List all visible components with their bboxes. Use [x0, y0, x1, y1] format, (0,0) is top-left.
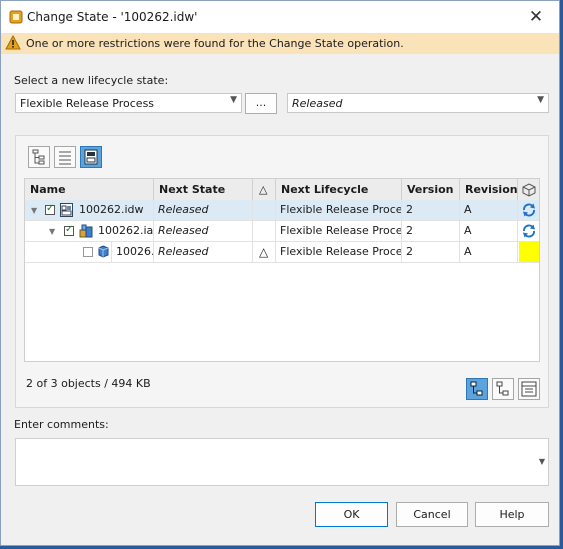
cell-next-state: Released [154, 200, 253, 220]
cell-name: 10026... [111, 242, 154, 262]
change-state-dialog: Change State - '100262.idw' ✕ One or mor… [0, 0, 560, 546]
row-checkbox[interactable] [83, 247, 93, 257]
list-view-icon [59, 151, 71, 165]
cancel-button[interactable]: Cancel [396, 502, 468, 527]
dependents-icon [470, 381, 483, 396]
objects-grid: Name Next State △ Next Lifecycle Definit… [24, 178, 540, 362]
cell-version: 2 [402, 221, 460, 241]
lifecycle-process-value: Flexible Release Process [20, 97, 155, 110]
column-header-name[interactable]: Name [25, 179, 154, 200]
cube-icon [522, 183, 536, 197]
part-file-icon [98, 245, 109, 258]
drawing-file-icon [60, 203, 73, 217]
column-header-next-lifecycle[interactable]: Next Lifecycle Definition [276, 179, 402, 217]
chevron-down-icon: ▼ [537, 95, 544, 105]
lifecycle-state-value: Released [292, 97, 343, 110]
close-button[interactable]: ✕ [513, 1, 559, 33]
lifecycle-process-dropdown[interactable]: Flexible Release Process ▼ [15, 93, 242, 113]
cell-restriction [253, 200, 276, 220]
object-count-status: 2 of 3 objects / 494 KB [26, 377, 151, 390]
show-dependents-button[interactable] [466, 378, 488, 400]
cell-next-state: Released [154, 221, 253, 241]
parents-icon [496, 381, 509, 396]
collapse-arrow-icon[interactable]: ▼ [31, 206, 37, 215]
cell-next-lifecycle: Flexible Release Process [276, 200, 402, 220]
row-checkbox[interactable]: ✓ [64, 224, 74, 236]
tree-view-button[interactable] [28, 146, 50, 168]
cell-revision: A [460, 242, 518, 262]
details-view-button[interactable] [80, 146, 102, 168]
cell-restriction: △ [253, 242, 276, 262]
cell-next-lifecycle: Flexible Release Process [276, 221, 402, 241]
column-header-version[interactable]: Version [402, 179, 460, 200]
vault-app-icon [9, 10, 23, 24]
sync-icon [523, 224, 535, 238]
table-row[interactable]: ▼ ✓ 100262.idw Released Flexible Release… [25, 200, 539, 221]
table-row[interactable]: 10026... Released △ Flexible Release Pro… [25, 242, 539, 263]
settings-list-button[interactable] [518, 378, 540, 400]
grid-header: Name Next State △ Next Lifecycle Definit… [25, 179, 539, 217]
lifecycle-state-dropdown[interactable]: Released ▼ [287, 93, 549, 113]
assembly-file-icon [79, 224, 93, 238]
window-title: Change State - '100262.idw' [27, 10, 198, 24]
column-header-restriction[interactable]: △ [253, 179, 276, 200]
cell-version: 2 [402, 200, 460, 220]
browse-button[interactable]: ... [245, 93, 277, 114]
cell-name: 100262.iam [94, 221, 154, 241]
settings-list-icon [521, 381, 537, 397]
cell-version: 2 [402, 242, 460, 262]
cell-revision: A [460, 221, 518, 241]
cell-name: 100262.idw [75, 200, 154, 220]
cell-revision: A [460, 200, 518, 220]
restriction-highlight-cell [519, 242, 539, 262]
warning-banner: One or more restrictions were found for … [1, 33, 559, 54]
lifecycle-state-label: Select a new lifecycle state: [14, 74, 169, 87]
tree-view-icon [32, 149, 45, 165]
warning-icon [5, 35, 21, 50]
details-view-icon [84, 149, 98, 165]
cell-restriction [253, 221, 276, 241]
show-parents-button[interactable] [492, 378, 514, 400]
help-button[interactable]: Help [475, 502, 549, 527]
comments-label: Enter comments: [14, 418, 109, 431]
chevron-down-icon: ▼ [230, 95, 237, 105]
warning-text: One or more restrictions were found for … [26, 37, 404, 50]
cell-next-lifecycle: Flexible Release Process [276, 242, 402, 262]
column-header-sync[interactable] [518, 179, 539, 200]
column-header-next-state[interactable]: Next State [154, 179, 253, 200]
cell-next-state: Released [154, 242, 253, 262]
sync-icon [523, 203, 535, 217]
column-header-revision[interactable]: Revision [460, 179, 518, 200]
objects-panel: Name Next State △ Next Lifecycle Definit… [15, 135, 549, 408]
row-checkbox[interactable]: ✓ [45, 203, 55, 215]
title-bar: Change State - '100262.idw' ✕ [1, 1, 559, 33]
ok-button[interactable]: OK [315, 502, 388, 527]
comments-field[interactable]: ▼ [15, 438, 549, 486]
collapse-arrow-icon[interactable]: ▼ [49, 227, 55, 236]
list-view-button[interactable] [54, 146, 76, 168]
scroll-down-icon[interactable]: ▼ [539, 457, 545, 466]
table-row[interactable]: ▼ ✓ 100262.iam Released Flexible Release… [25, 221, 539, 242]
